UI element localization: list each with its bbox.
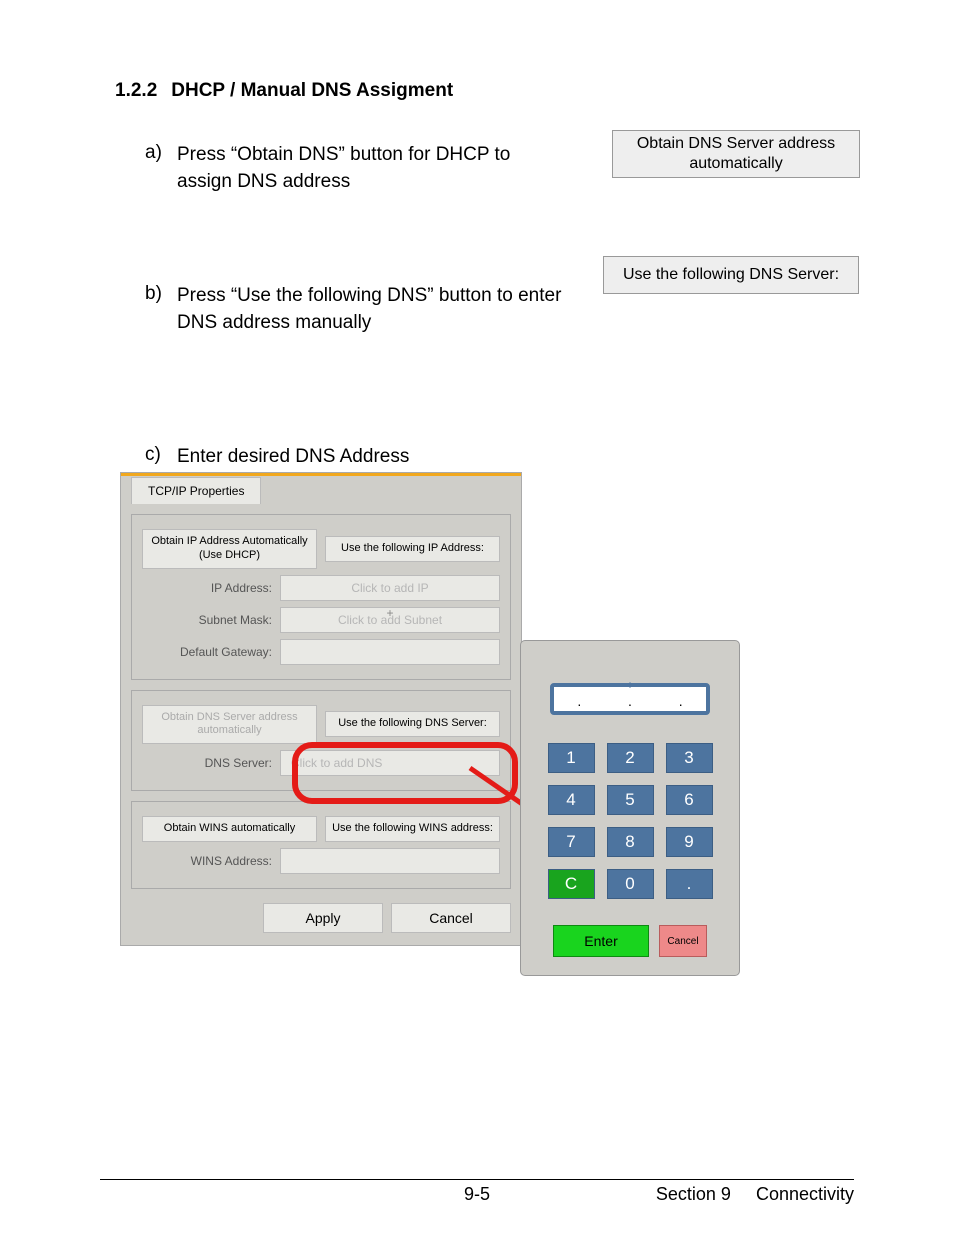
list-marker-c: c) — [145, 444, 167, 471]
default-gateway-label: Default Gateway: — [142, 645, 272, 659]
keypad-clear[interactable]: C — [548, 869, 595, 899]
ip-address-label: IP Address: — [142, 581, 272, 595]
keypad-cancel-button[interactable]: Cancel — [659, 925, 707, 957]
page-number: 9-5 — [100, 1184, 854, 1205]
list-text-a: Press “Obtain DNS” button for DHCP to as… — [177, 142, 565, 195]
list-marker-a: a) — [145, 142, 167, 195]
use-dns-button-preview: Use the following DNS Server: — [603, 256, 859, 294]
keypad-9[interactable]: 9 — [666, 827, 713, 857]
wins-address-input[interactable] — [280, 848, 500, 874]
subnet-mask-label: Subnet Mask: — [142, 613, 272, 627]
keypad-3[interactable]: 3 — [666, 743, 713, 773]
list-text-b: Press “Use the following DNS” button to … — [177, 283, 565, 336]
keypad-display: + . . . — [550, 683, 710, 715]
subnet-mask-input[interactable]: +Click to add Subnet — [280, 607, 500, 633]
obtain-dns-auto-button[interactable]: Obtain DNS Server address automatically — [142, 705, 317, 745]
numeric-keypad: + . . . 1 2 3 4 5 6 7 8 9 C 0 . Enter Ca… — [520, 640, 740, 976]
cancel-button[interactable]: Cancel — [391, 903, 511, 933]
keypad-0[interactable]: 0 — [607, 869, 654, 899]
ip-panel: Obtain IP Address Automatically (Use DHC… — [131, 514, 511, 680]
keypad-8[interactable]: 8 — [607, 827, 654, 857]
keypad-dot[interactable]: . — [666, 869, 713, 899]
ip-address-input[interactable]: Click to add IP — [280, 575, 500, 601]
keypad-enter-button[interactable]: Enter — [553, 925, 649, 957]
keypad-6[interactable]: 6 — [666, 785, 713, 815]
use-dns-button-label: Use the following DNS Server: — [623, 265, 839, 285]
keypad-4[interactable]: 4 — [548, 785, 595, 815]
default-gateway-input[interactable] — [280, 639, 500, 665]
section-title: DHCP / Manual DNS Assigment — [171, 80, 453, 102]
keypad-display-dot: . — [679, 693, 683, 709]
obtain-ip-auto-button[interactable]: Obtain IP Address Automatically (Use DHC… — [142, 529, 317, 569]
keypad-5[interactable]: 5 — [607, 785, 654, 815]
dns-server-input[interactable]: Click to add DNS — [280, 750, 500, 776]
wins-address-label: WINS Address: — [142, 854, 272, 868]
keypad-7[interactable]: 7 — [548, 827, 595, 857]
list-marker-b: b) — [145, 283, 167, 336]
obtain-wins-auto-button[interactable]: Obtain WINS automatically — [142, 816, 317, 842]
section-number: 1.2.2 — [115, 80, 157, 102]
apply-button[interactable]: Apply — [263, 903, 383, 933]
use-following-dns-button[interactable]: Use the following DNS Server: — [325, 711, 500, 737]
tcpip-tab[interactable]: TCP/IP Properties — [131, 477, 261, 504]
use-following-wins-button[interactable]: Use the following WINS address: — [325, 816, 500, 842]
keypad-2[interactable]: 2 — [607, 743, 654, 773]
keypad-display-dot: . — [628, 693, 632, 709]
page-footer: 9-5 Section 9 Connectivity — [100, 1179, 854, 1205]
dns-server-label: DNS Server: — [142, 756, 272, 770]
keypad-1[interactable]: 1 — [548, 743, 595, 773]
keypad-display-dot: . — [577, 693, 581, 709]
obtain-dns-button-label: Obtain DNS Server address automatically — [625, 134, 847, 174]
caret-icon: + — [626, 678, 633, 692]
wins-panel: Obtain WINS automatically Use the follow… — [131, 801, 511, 889]
dns-panel: Obtain DNS Server address automatically … — [131, 690, 511, 792]
use-following-ip-button[interactable]: Use the following IP Address: — [325, 536, 500, 562]
obtain-dns-button-preview: Obtain DNS Server address automatically — [612, 130, 860, 178]
list-text-c: Enter desired DNS Address — [177, 444, 409, 471]
tcpip-properties-panel: TCP/IP Properties Obtain IP Address Auto… — [120, 472, 522, 946]
